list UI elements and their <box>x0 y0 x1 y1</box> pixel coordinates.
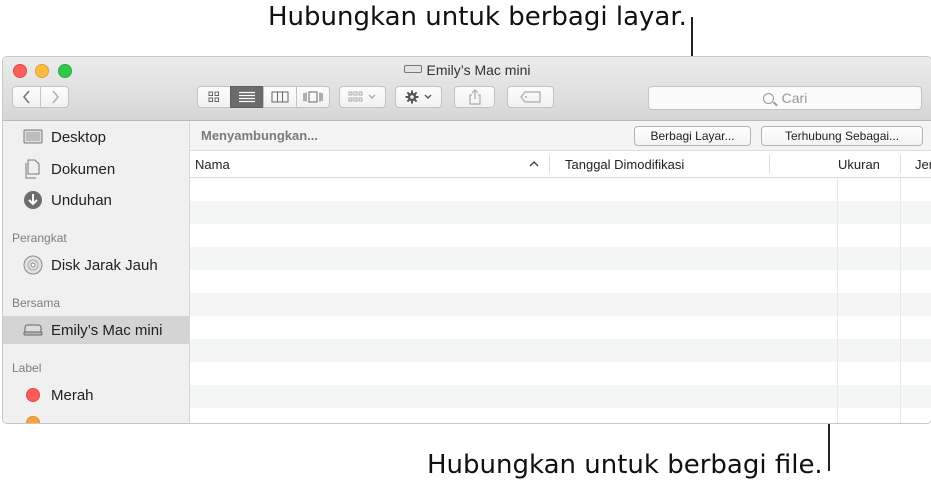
toolbar: Emily’s Mac mini Cari <box>3 57 931 121</box>
action-button[interactable] <box>395 86 442 108</box>
sidebar-header-devices: Perangkat <box>12 231 67 245</box>
share-icon <box>468 89 481 105</box>
sidebar-item-documents[interactable]: Dokumen <box>3 155 189 183</box>
window-title: Emily’s Mac mini <box>3 62 931 78</box>
sidebar-item-remote-disc[interactable]: Disk Jarak Jauh <box>3 251 189 279</box>
nav-buttons <box>12 86 69 108</box>
mac-mini-icon <box>23 320 43 340</box>
table-row[interactable] <box>190 270 931 293</box>
arrange-icon <box>348 91 375 102</box>
column-header-name[interactable]: Nama <box>195 151 230 177</box>
sidebar-item-tag-red[interactable]: Merah <box>3 381 189 409</box>
icon-view-button[interactable] <box>197 86 231 108</box>
back-button[interactable] <box>12 86 41 108</box>
table-row[interactable] <box>190 293 931 316</box>
column-header-date-modified[interactable]: Tanggal Dimodifikasi <box>565 151 684 177</box>
table-row[interactable] <box>190 247 931 270</box>
column-headers: Nama Tanggal Dimodifikasi Ukuran Jenis <box>190 151 931 178</box>
callout-file-share: Hubungkan untuk berbagi file. <box>427 450 823 480</box>
callout-screen-share: Hubungkan untuk berbagi layar. <box>268 2 687 32</box>
sidebar-item-downloads[interactable]: Unduhan <box>3 186 189 214</box>
table-row[interactable] <box>190 385 931 408</box>
table-row[interactable] <box>190 201 931 224</box>
desktop-icon <box>23 127 43 147</box>
icon-view-icon <box>208 91 219 102</box>
share-button[interactable] <box>454 86 495 108</box>
view-mode-control <box>197 86 330 108</box>
column-header-kind-label: Jenis <box>915 156 931 172</box>
sidebar-item-emilys-mac-mini[interactable]: Emily’s Mac mini <box>3 316 189 344</box>
mac-mini-icon <box>403 65 422 73</box>
column-header-size[interactable]: Ukuran <box>838 151 880 177</box>
file-rows <box>190 178 931 423</box>
sidebar-item-label: Dokumen <box>51 160 116 178</box>
connect-as-button[interactable]: Terhubung Sebagai... <box>761 126 923 146</box>
window-title-text: Emily’s Mac mini <box>426 62 531 78</box>
connection-status: Menyambungkan... <box>201 128 319 143</box>
disc-icon <box>23 255 43 275</box>
tag-button[interactable] <box>507 86 554 108</box>
column-view-icon <box>271 91 289 103</box>
column-divider[interactable] <box>549 155 550 173</box>
sidebar-item-label: Merah <box>51 386 94 404</box>
column-header-size-label: Ukuran <box>838 156 880 172</box>
cover-flow-icon <box>303 91 323 103</box>
gear-icon <box>405 90 431 104</box>
search-placeholder: Cari <box>781 90 808 106</box>
table-row[interactable] <box>190 362 931 385</box>
arrange-button[interactable] <box>339 86 386 108</box>
share-screen-button[interactable]: Berbagi Layar... <box>634 126 751 146</box>
sidebar-item-label: Unduhan <box>51 191 112 209</box>
forward-button[interactable] <box>40 86 69 108</box>
table-row[interactable] <box>190 316 931 339</box>
sidebar: Desktop Dokumen Unduhan Perangkat Disk J… <box>3 121 190 423</box>
chevron-left-icon <box>22 90 30 104</box>
red-tag-icon <box>23 385 43 405</box>
sidebar-item-desktop[interactable]: Desktop <box>3 123 189 151</box>
tag-icon <box>519 91 541 103</box>
search-icon <box>762 92 774 104</box>
table-row[interactable] <box>190 339 931 362</box>
file-list-pane: Menyambungkan... Berbagi Layar... Terhub… <box>190 121 931 423</box>
finder-window: Emily’s Mac mini Cari Desktop Dokumen Un… <box>2 56 931 424</box>
chevron-right-icon <box>51 90 59 104</box>
sidebar-item-label: Desktop <box>51 128 107 146</box>
downloads-icon <box>23 190 43 210</box>
column-divider[interactable] <box>900 155 901 173</box>
table-row[interactable] <box>190 178 931 201</box>
sidebar-header-shared: Bersama <box>12 296 61 310</box>
cover-flow-button[interactable] <box>296 86 330 108</box>
sidebar-item-label: Emily’s Mac mini <box>51 321 163 339</box>
table-row[interactable] <box>190 408 931 423</box>
documents-icon <box>23 159 43 179</box>
list-view-icon <box>239 91 255 103</box>
column-header-kind[interactable]: Jenis <box>915 151 931 177</box>
column-divider[interactable] <box>769 155 770 173</box>
sidebar-header-tags: Label <box>12 361 42 375</box>
column-header-date-label: Tanggal Dimodifikasi <box>565 156 685 172</box>
orange-tag-icon <box>23 413 43 423</box>
column-header-name-label: Nama <box>195 156 230 172</box>
column-view-button[interactable] <box>263 86 297 108</box>
table-row[interactable] <box>190 224 931 247</box>
list-view-button[interactable] <box>230 86 264 108</box>
connection-bar: Menyambungkan... Berbagi Layar... Terhub… <box>190 121 931 151</box>
sidebar-item-label: Disk Jarak Jauh <box>51 256 158 274</box>
sort-ascending-icon <box>529 161 539 167</box>
sidebar-item-tag-orange[interactable] <box>3 409 189 423</box>
search-field[interactable]: Cari <box>648 86 922 110</box>
